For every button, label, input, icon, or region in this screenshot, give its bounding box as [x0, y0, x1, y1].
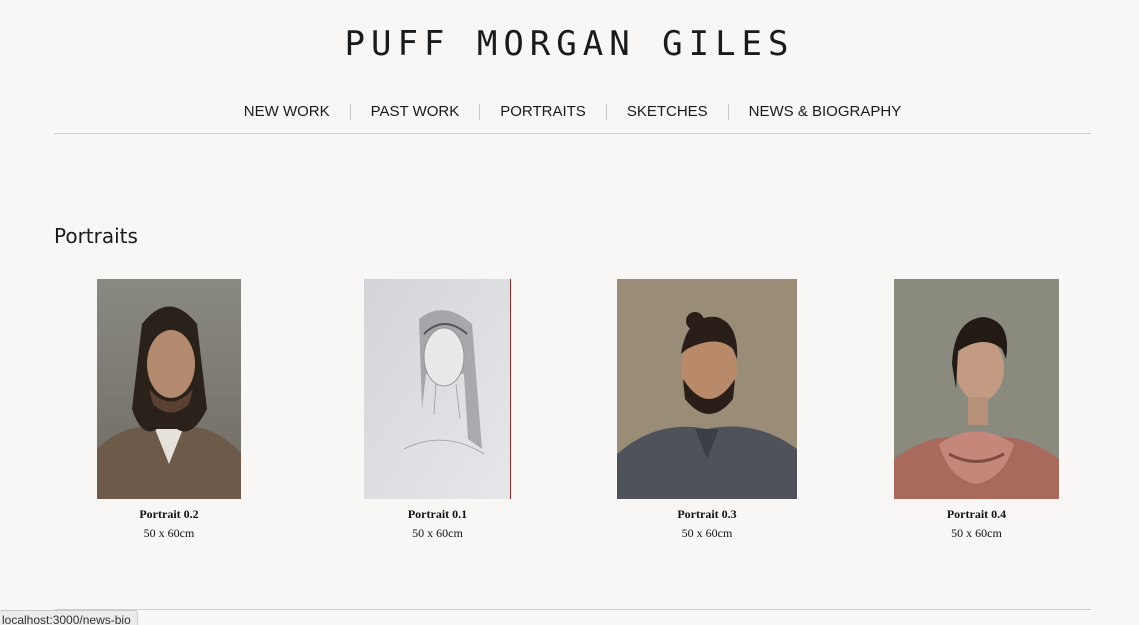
artwork-card[interactable]: Portrait 0.1 50 x 60cm [364, 279, 511, 541]
artwork-card[interactable]: Portrait 0.4 50 x 60cm [894, 279, 1059, 541]
page: PUFF MORGAN GILES NEW WORK PAST WORK POR… [0, 0, 1139, 625]
artwork-title: Portrait 0.1 [407, 507, 468, 521]
artwork-image-portrait-0-2[interactable] [97, 279, 241, 499]
artwork-size: 50 x 60cm [412, 526, 463, 540]
artwork-size: 50 x 60cm [681, 526, 733, 540]
nav-item-sketches[interactable]: SKETCHES [607, 96, 728, 120]
nav-item-past-work[interactable]: PAST WORK [351, 96, 480, 120]
artwork-size: 50 x 60cm [143, 526, 195, 540]
artwork-title: Portrait 0.2 [139, 507, 199, 521]
footer-divider [54, 609, 1091, 610]
nav-item-new-work[interactable]: NEW WORK [224, 96, 350, 120]
artwork-title: Portrait 0.4 [946, 507, 1007, 521]
artwork-card[interactable]: Portrait 0.3 50 x 60cm [617, 279, 797, 541]
artwork-image-portrait-0-1[interactable] [364, 279, 511, 499]
artwork-title: Portrait 0.3 [677, 507, 737, 521]
artwork-image-portrait-0-4[interactable] [894, 279, 1059, 499]
artwork-image-portrait-0-3[interactable] [617, 279, 797, 499]
main-nav: NEW WORK PAST WORK PORTRAITS SKETCHES NE… [54, 96, 1091, 134]
section-heading: Portraits [54, 224, 138, 248]
artwork-card[interactable]: Portrait 0.2 50 x 60cm [97, 279, 241, 541]
nav-item-portraits[interactable]: PORTRAITS [480, 96, 606, 120]
artwork-size: 50 x 60cm [951, 526, 1002, 540]
browser-status-url: localhost:3000/news-bio [0, 610, 138, 625]
artwork-gallery: Portrait 0.2 50 x 60cm Portrait 0.1 50 x… [0, 279, 1139, 549]
nav-item-news-biography[interactable]: NEWS & BIOGRAPHY [729, 96, 922, 120]
site-title[interactable]: PUFF MORGAN GILES [0, 24, 1139, 64]
